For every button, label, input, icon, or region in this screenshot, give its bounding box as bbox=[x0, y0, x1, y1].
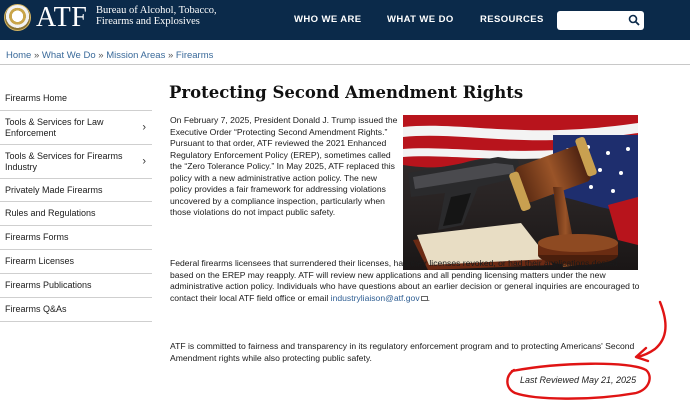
last-reviewed-date: Last Reviewed May 21, 2025 bbox=[520, 375, 637, 385]
breadcrumb-bar: Home » What We Do » Mission Areas » Fire… bbox=[0, 45, 690, 65]
external-mail-icon bbox=[420, 295, 428, 301]
breadcrumb-separator: » bbox=[98, 50, 104, 61]
breadcrumb-what-we-do[interactable]: What We Do bbox=[42, 50, 96, 61]
sidebar-item-label: Firearm Licenses bbox=[5, 256, 75, 266]
page-title: Protecting Second Amendment Rights bbox=[169, 83, 524, 102]
sidebar-item-privately-made-firearms[interactable]: Privately Made Firearms bbox=[0, 179, 152, 202]
sidebar-item-firearms-home[interactable]: Firearms Home bbox=[0, 86, 152, 111]
sidebar-item-firearms-qas[interactable]: Firearms Q&As bbox=[0, 298, 152, 322]
sidebar-item-tools-firearms-industry[interactable]: Tools & Services for Firearms Industry › bbox=[0, 145, 152, 179]
sidebar-item-label: Privately Made Firearms bbox=[5, 184, 103, 195]
nav-resources[interactable]: RESOURCES bbox=[480, 14, 544, 25]
site-header: ATF Bureau of Alcohol, Tobacco, Firearms… bbox=[0, 0, 690, 40]
breadcrumb-separator: » bbox=[167, 50, 174, 61]
nav-what-we-do[interactable]: WHAT WE DO bbox=[387, 14, 454, 25]
sidebar-item-label: Rules and Regulations bbox=[5, 208, 96, 218]
sidebar-item-label: Tools & Services for Firearms Industry bbox=[5, 150, 123, 172]
breadcrumb-firearms[interactable]: Firearms bbox=[176, 50, 213, 61]
sidebar-item-firearms-forms[interactable]: Firearms Forms bbox=[0, 226, 152, 250]
breadcrumb-separator: » bbox=[33, 50, 40, 61]
search-icon[interactable] bbox=[628, 14, 640, 26]
industry-liaison-email-link[interactable]: industryliaison@atf.gov bbox=[331, 293, 420, 303]
sidebar-item-rules-regulations[interactable]: Rules and Regulations bbox=[0, 202, 152, 226]
gavel-pistol-flag-image bbox=[403, 115, 638, 270]
breadcrumb-mission-areas[interactable]: Mission Areas bbox=[106, 50, 165, 61]
gavel-pistol-flag-illustration bbox=[403, 115, 638, 270]
bureau-line-1: Bureau of Alcohol, Tobacco, bbox=[96, 5, 217, 16]
nav-who-we-are[interactable]: WHO WE ARE bbox=[294, 14, 362, 25]
sidebar-item-label: Tools & Services for Law Enforcement bbox=[5, 116, 104, 138]
sidebar-item-label: Firearms Q&As bbox=[5, 304, 67, 314]
sidebar-nav: Firearms Home Tools & Services for Law E… bbox=[0, 86, 152, 322]
commitment-paragraph: ATF is committed to fairness and transpa… bbox=[170, 341, 635, 363]
bureau-name: Bureau of Alcohol, Tobacco, Firearms and… bbox=[96, 5, 256, 27]
annotation-arrow-shaft bbox=[635, 300, 667, 359]
licensee-paragraph-end: . bbox=[427, 292, 431, 303]
intro-paragraph: On February 7, 2025, President Donald J.… bbox=[170, 115, 398, 217]
atf-seal-icon[interactable] bbox=[4, 4, 31, 31]
sidebar-item-firearms-publications[interactable]: Firearms Publications bbox=[0, 274, 152, 298]
bureau-line-2: Firearms and Explosives bbox=[96, 16, 200, 27]
breadcrumb: Home » What We Do » Mission Areas » Fire… bbox=[6, 50, 213, 61]
licensee-paragraph: Federal firearms licensees that surrende… bbox=[170, 258, 640, 304]
chevron-right-icon[interactable]: › bbox=[142, 156, 146, 167]
chevron-right-icon[interactable]: › bbox=[142, 122, 146, 133]
sidebar-item-label: Firearms Forms bbox=[5, 232, 69, 242]
atf-logo[interactable]: ATF bbox=[36, 0, 87, 36]
sidebar-item-label: Firearms Home bbox=[5, 92, 68, 103]
sidebar-item-label: Firearms Publications bbox=[5, 280, 92, 290]
breadcrumb-home[interactable]: Home bbox=[6, 50, 31, 61]
sidebar-item-firearm-licenses[interactable]: Firearm Licenses bbox=[0, 250, 152, 274]
sidebar-item-tools-law-enforcement[interactable]: Tools & Services for Law Enforcement › bbox=[0, 111, 152, 145]
search-input[interactable] bbox=[557, 11, 644, 30]
